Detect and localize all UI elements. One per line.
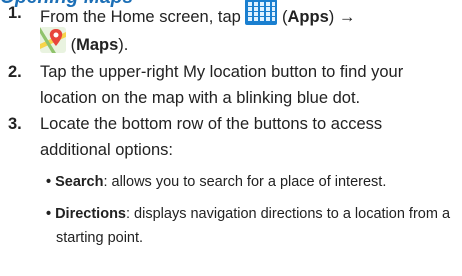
- bullet-term-search: Search: [55, 174, 104, 190]
- step-1-line-2: (Maps).: [40, 27, 129, 62]
- step-3: 3. Locate the bottom row of the buttons …: [0, 112, 462, 164]
- bullet-directions-line-2: starting point.: [56, 230, 144, 246]
- step-3-line-2: additional options:: [40, 141, 174, 159]
- bullet-desc-search: : allows you to search for a place of in…: [103, 174, 387, 190]
- maps-close-paren: ).: [118, 35, 129, 54]
- step-number: 3.: [8, 115, 22, 133]
- apps-close-paren: ): [328, 7, 335, 26]
- arrow-icon: →: [338, 7, 356, 26]
- bullet-marker: •: [46, 206, 52, 222]
- bullet-search: • Search: allows you to search for a plac…: [46, 171, 386, 194]
- step-2-line-1: Tap the upper-right My location button t…: [40, 63, 404, 81]
- apps-label: Apps: [287, 7, 329, 26]
- bullet-directions: • Directions: displays navigation directi…: [46, 203, 450, 226]
- bullet-desc-directions: : displays navigation directions to a lo…: [126, 206, 451, 222]
- step-number: 2.: [8, 63, 22, 81]
- maps-label: Maps: [76, 35, 119, 54]
- step-1: 1. From the Home screen, tap (Apps) → (M…: [0, 0, 462, 55]
- bullet-marker: •: [46, 174, 52, 190]
- maps-app-icon: [40, 27, 66, 60]
- step-2-line-2: location on the map with a blinking blue…: [40, 89, 361, 107]
- step-1-text: From the Home screen, tap: [40, 7, 241, 26]
- bullet-term-directions: Directions: [55, 206, 126, 222]
- step-3-line-1: Locate the bottom row of the buttons to …: [40, 115, 383, 133]
- step-2: 2. Tap the upper-right My location butto…: [0, 60, 462, 112]
- apps-grid-icon: [245, 0, 278, 32]
- step-number: 1.: [8, 4, 22, 22]
